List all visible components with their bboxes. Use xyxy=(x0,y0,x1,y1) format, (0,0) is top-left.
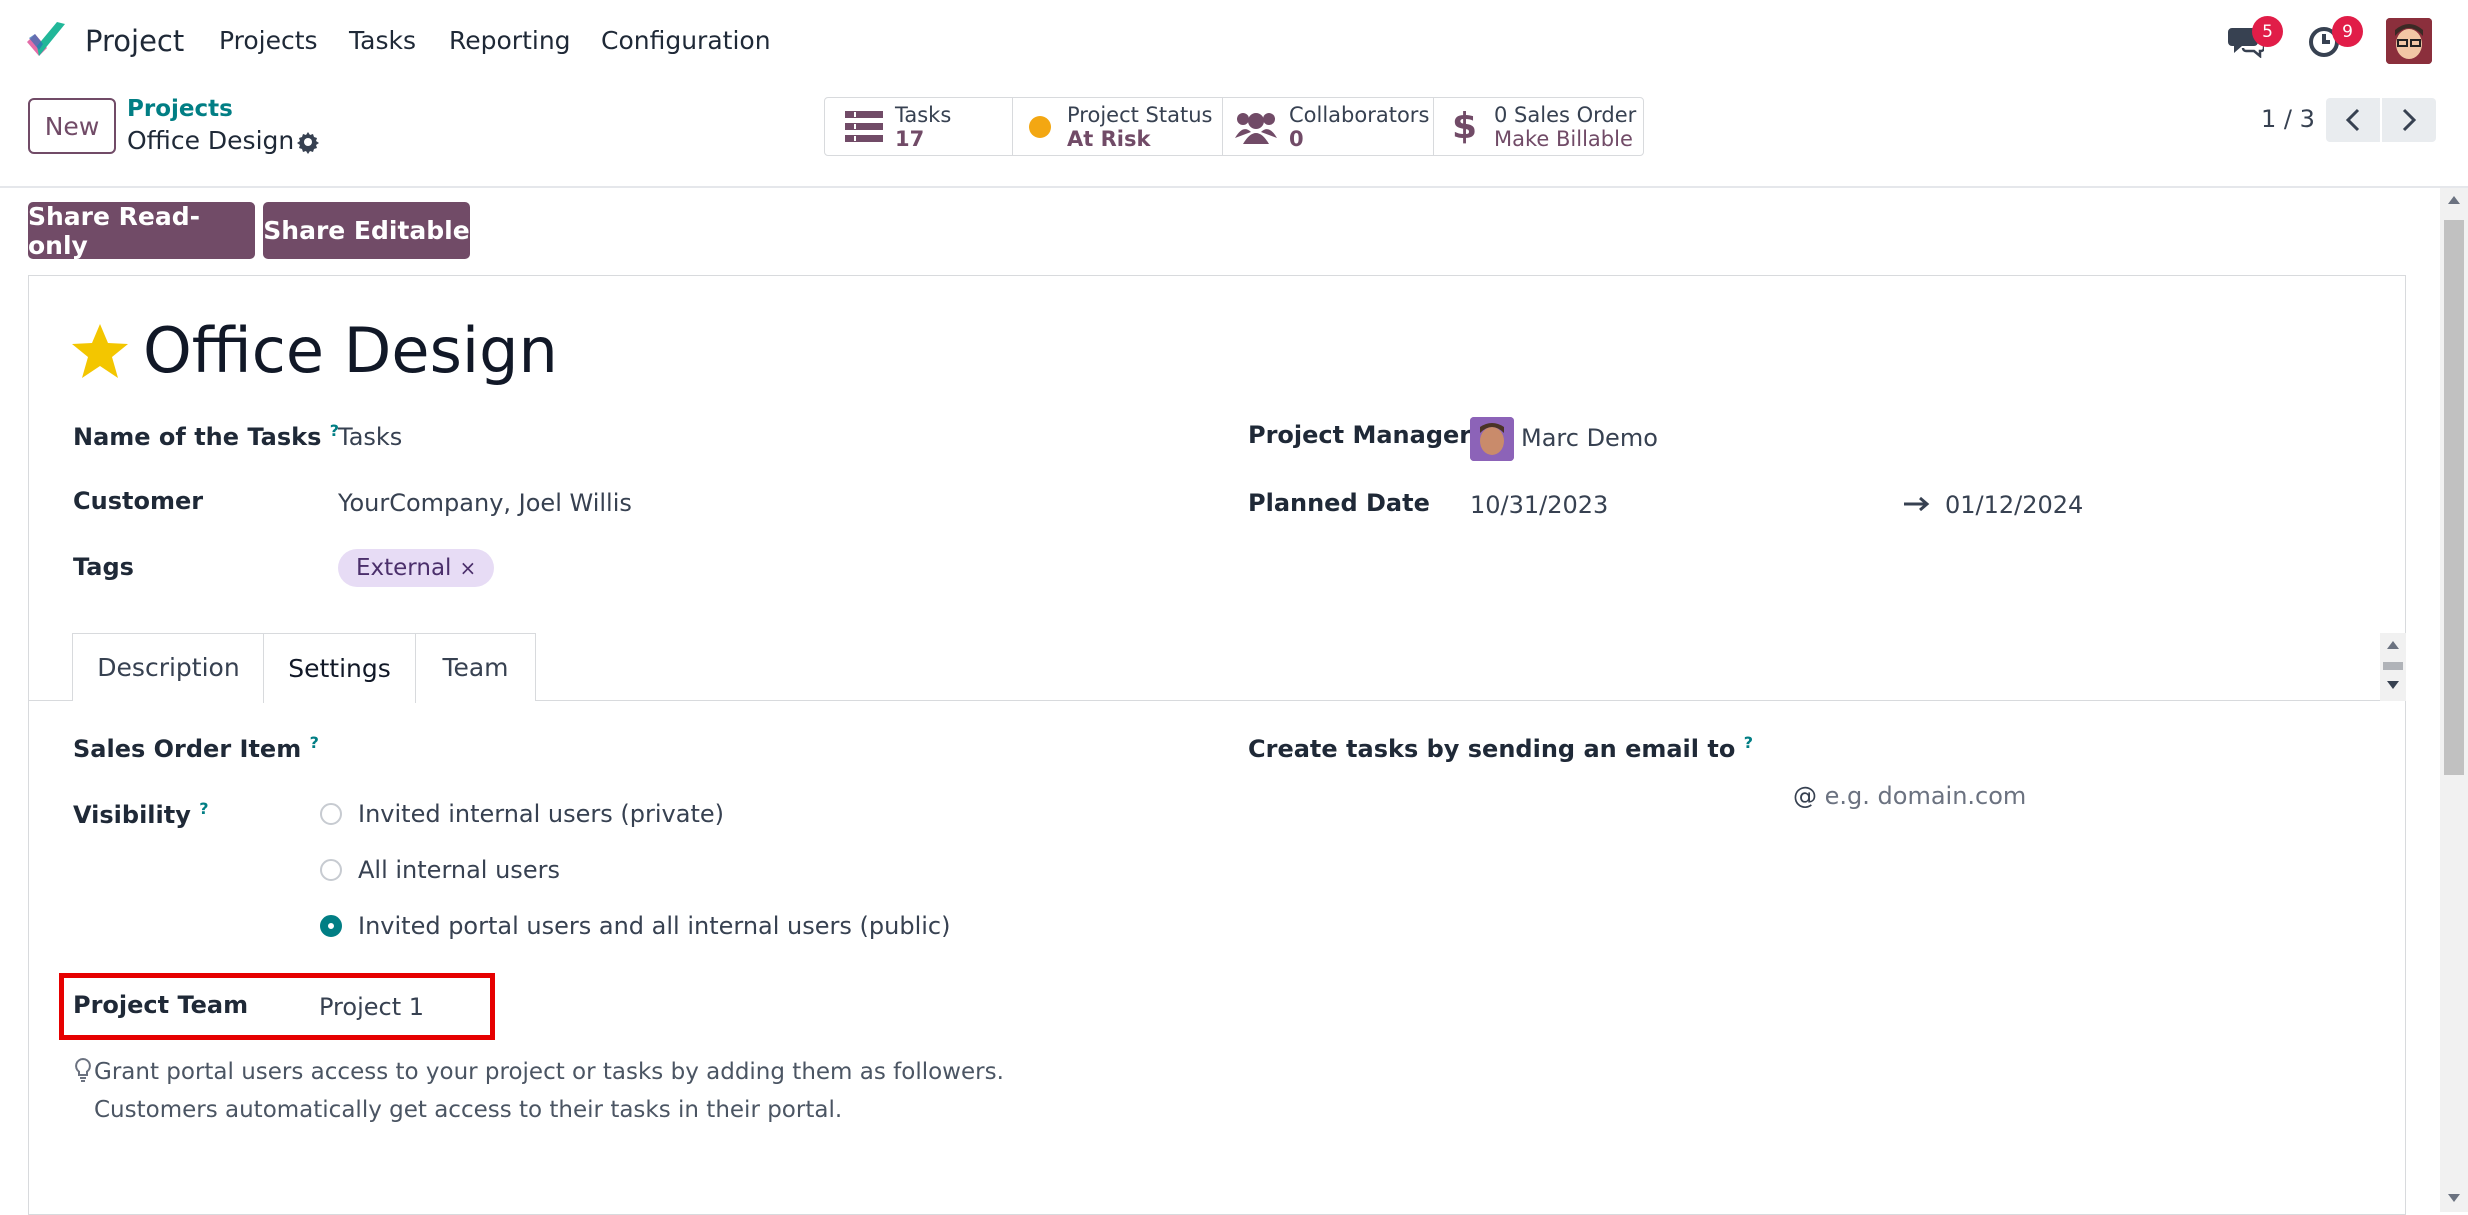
tasks-stat-label: Tasks xyxy=(895,102,952,127)
sales-order-label: 0 Sales Order xyxy=(1494,102,1637,127)
scrollbar-thumb[interactable] xyxy=(2444,220,2464,775)
app-logo-icon[interactable] xyxy=(25,20,67,60)
at-sign-icon: @ xyxy=(1793,782,1817,810)
menu-configuration[interactable]: Configuration xyxy=(601,26,771,55)
share-editable-button[interactable]: Share Editable xyxy=(263,202,470,259)
project-manager-field[interactable]: Marc Demo xyxy=(1521,424,1658,452)
messages-icon[interactable]: 5 xyxy=(2228,16,2283,59)
tag-badge[interactable]: External × xyxy=(338,549,495,587)
collaborators-label: Collaborators xyxy=(1289,102,1430,127)
email-alias-label: Create tasks by sending an email to ? xyxy=(1248,733,1753,763)
menu-reporting[interactable]: Reporting xyxy=(449,26,571,55)
gear-icon[interactable] xyxy=(296,130,320,154)
scroll-up-icon[interactable] xyxy=(2448,196,2460,204)
radio-public[interactable] xyxy=(320,915,342,937)
tasks-stat-button[interactable]: Tasks 17 xyxy=(824,97,1013,156)
email-domain-field[interactable]: @ e.g. domain.com xyxy=(1793,782,2026,810)
project-title[interactable]: Office Design xyxy=(143,314,558,387)
help-tooltip-icon[interactable]: ? xyxy=(1744,733,1753,752)
arrow-right-icon xyxy=(1902,494,1930,514)
users-icon xyxy=(1235,110,1277,144)
tags-label: Tags xyxy=(73,553,134,581)
new-button[interactable]: New xyxy=(28,98,116,154)
messages-badge: 5 xyxy=(2252,16,2283,47)
tasks-name-label: Name of the Tasks ? xyxy=(73,421,340,451)
customer-label: Customer xyxy=(73,487,204,515)
menu-tasks[interactable]: Tasks xyxy=(349,26,416,55)
favorite-star-icon[interactable] xyxy=(70,322,130,380)
tab-description[interactable]: Description xyxy=(72,633,265,701)
activities-badge: 9 xyxy=(2332,16,2363,47)
tasks-stat-value: 17 xyxy=(895,126,925,151)
tasks-icon xyxy=(845,110,883,143)
planned-start-date[interactable]: 10/31/2023 xyxy=(1470,491,1608,519)
menu-projects[interactable]: Projects xyxy=(219,26,318,55)
app-name[interactable]: Project xyxy=(85,24,184,58)
visibility-option-internal[interactable]: All internal users xyxy=(320,856,560,884)
customer-field[interactable]: YourCompany, Joel Willis xyxy=(338,489,632,517)
sales-order-item-label: Sales Order Item ? xyxy=(73,733,319,763)
user-avatar[interactable] xyxy=(2386,18,2432,64)
planned-end-date[interactable]: 01/12/2024 xyxy=(1945,491,2083,519)
visibility-option-label: All internal users xyxy=(358,856,560,884)
tab-team[interactable]: Team xyxy=(415,633,536,701)
collaborators-button[interactable]: Collaborators 0 xyxy=(1222,97,1434,156)
status-dot-icon xyxy=(1029,115,1051,138)
project-status-button[interactable]: Project Status At Risk xyxy=(1012,97,1223,156)
chevron-right-icon xyxy=(2402,108,2417,132)
pager-previous-button[interactable] xyxy=(2326,98,2380,142)
project-status-label: Project Status xyxy=(1067,102,1213,127)
breadcrumb-parent[interactable]: Projects xyxy=(127,96,233,122)
scroll-thumb[interactable] xyxy=(2383,662,2403,670)
dollar-icon: $ xyxy=(1452,105,1478,147)
help-tooltip-icon[interactable]: ? xyxy=(199,799,208,818)
radio-internal[interactable] xyxy=(320,859,342,881)
help-tooltip-icon[interactable]: ? xyxy=(310,733,319,752)
collaborators-value: 0 xyxy=(1289,126,1304,151)
top-navbar: Project Projects Tasks Reporting Configu… xyxy=(0,0,2468,82)
project-status-value: At Risk xyxy=(1067,126,1151,151)
project-manager-label: Project Manager xyxy=(1248,421,1472,449)
planned-date-label: Planned Date xyxy=(1248,489,1430,517)
manager-avatar xyxy=(1470,417,1514,461)
visibility-option-label: Invited internal users (private) xyxy=(358,800,724,828)
pager-next-button[interactable] xyxy=(2382,98,2436,142)
tag-label: External xyxy=(356,555,452,581)
project-team-field[interactable]: Project 1 xyxy=(319,993,424,1021)
visibility-option-public[interactable]: Invited portal users and all internal us… xyxy=(320,912,950,940)
share-readonly-button[interactable]: Share Read-only xyxy=(28,202,255,260)
tab-scroll-control[interactable] xyxy=(2380,633,2406,701)
project-team-label: Project Team xyxy=(73,991,249,1019)
email-domain-placeholder: e.g. domain.com xyxy=(1824,782,2027,810)
visibility-option-label: Invited portal users and all internal us… xyxy=(358,912,951,940)
visibility-label: Visibility ? xyxy=(73,799,209,829)
control-panel-divider xyxy=(0,186,2468,188)
sales-order-value: Make Billable xyxy=(1494,126,1633,151)
scroll-down-icon[interactable] xyxy=(2448,1194,2460,1202)
scroll-down-icon[interactable] xyxy=(2387,681,2399,689)
pager-value[interactable]: 1 / 3 xyxy=(2261,105,2315,133)
visibility-option-private[interactable]: Invited internal users (private) xyxy=(320,800,724,828)
portal-access-hint: Grant portal users access to your projec… xyxy=(94,1059,1004,1123)
radio-private[interactable] xyxy=(320,803,342,825)
scroll-up-icon[interactable] xyxy=(2387,641,2399,649)
breadcrumb-current: Office Design xyxy=(127,126,295,155)
tasks-name-field[interactable]: Tasks xyxy=(338,423,402,451)
page-scrollbar[interactable] xyxy=(2440,188,2468,1212)
chevron-left-icon xyxy=(2345,108,2360,132)
activities-clock-icon[interactable]: 9 xyxy=(2308,16,2363,58)
sales-order-button[interactable]: $ 0 Sales Order Make Billable xyxy=(1433,97,1644,156)
lightbulb-icon xyxy=(74,1057,92,1083)
tab-settings[interactable]: Settings xyxy=(263,633,416,703)
remove-tag-icon[interactable]: × xyxy=(459,556,476,580)
